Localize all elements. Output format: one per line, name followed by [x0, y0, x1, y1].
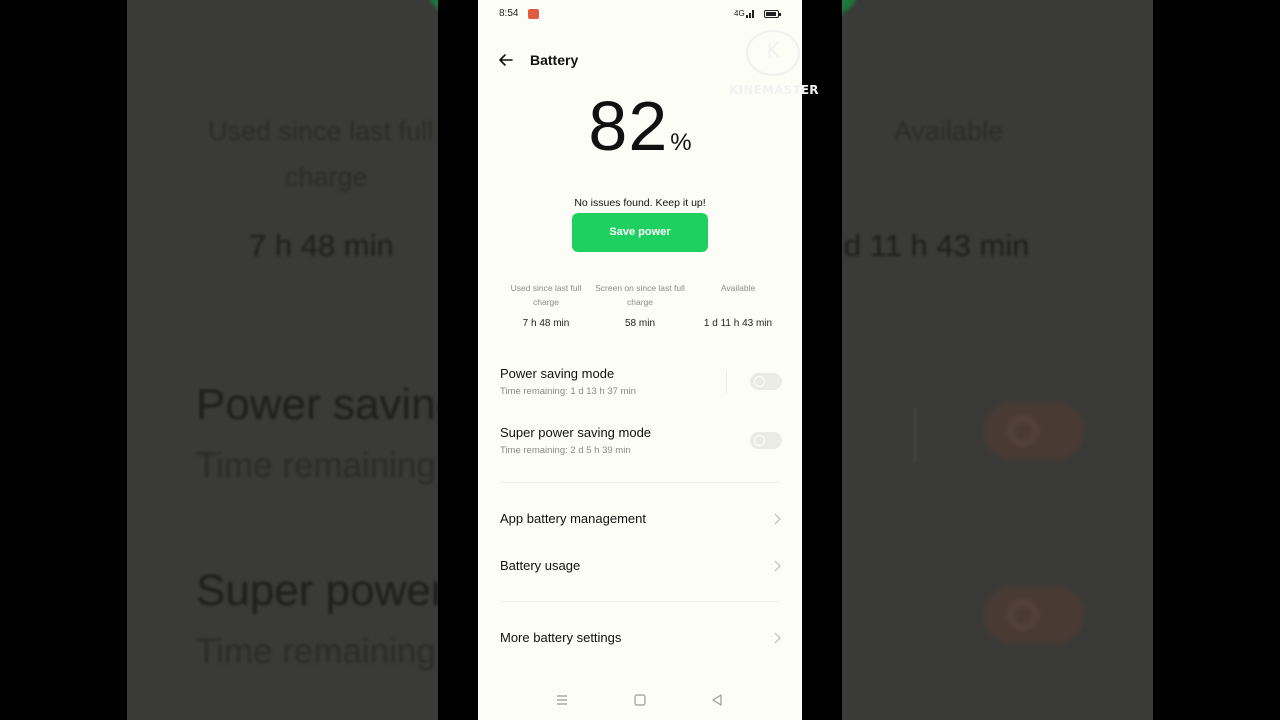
watermark-text: KINEMASTER	[729, 83, 819, 97]
stat-screen-on: Screen on since last full charge 58 min	[592, 281, 688, 329]
menu-icon[interactable]	[554, 692, 570, 708]
battery-level: 82	[588, 87, 669, 165]
page-title: Battery	[530, 52, 579, 68]
menu-item-label: More battery settings	[500, 630, 622, 645]
record-icon	[528, 9, 539, 19]
status-bar: 8:54 4G	[478, 0, 802, 30]
back-triangle-icon[interactable]	[709, 692, 725, 708]
bg-toggle	[984, 586, 1084, 644]
watermark-logo-letter: K	[766, 38, 780, 62]
stat-value: 7 h 48 min	[522, 318, 570, 329]
battery-icon	[764, 10, 781, 18]
power-saving-mode-label: Power saving mode	[500, 366, 615, 381]
divider	[500, 601, 780, 602]
super-power-saving-toggle[interactable]	[750, 432, 782, 449]
row-separator	[726, 371, 727, 393]
bg-separator	[914, 408, 916, 462]
bg-available-value: 1 d 11 h 43 min	[818, 228, 1030, 263]
chevron-right-icon	[774, 632, 781, 644]
back-arrow-icon[interactable]	[496, 50, 516, 70]
stat-available: Available 1 d 11 h 43 min	[690, 281, 786, 329]
stat-label: Used since last full charge	[510, 283, 582, 307]
stat-value: 58 min	[624, 318, 655, 329]
system-nav-bar	[478, 686, 802, 714]
stat-used: Used since last full charge 7 h 48 min	[498, 281, 594, 329]
super-power-saving-mode-row[interactable]: Super power saving mode Time remaining: …	[500, 425, 782, 461]
bg-used-value: 7 h 48 min	[249, 228, 394, 263]
stat-label: Available	[720, 283, 756, 293]
divider	[500, 482, 780, 483]
chevron-right-icon	[774, 560, 781, 572]
bg-toggle	[984, 402, 1084, 460]
home-icon[interactable]	[632, 692, 648, 708]
menu-item-label: Battery usage	[500, 558, 581, 573]
battery-stats: Used since last full charge 7 h 48 min S…	[498, 281, 786, 341]
phone-screen: 8:54 4G Battery 82% No issues found. Kee…	[478, 0, 802, 720]
network-label: 4G	[734, 9, 745, 18]
power-saving-toggle[interactable]	[750, 373, 782, 390]
stat-value: 1 d 11 h 43 min	[703, 318, 773, 329]
status-time: 8:54	[499, 8, 519, 19]
bg-available-label: Available	[894, 116, 1004, 146]
battery-unit: %	[670, 129, 692, 156]
app-battery-management-item[interactable]: App battery management	[500, 507, 782, 531]
menu-item-label: App battery management	[500, 511, 646, 526]
more-battery-settings-item[interactable]: More battery settings	[500, 626, 782, 650]
power-saving-time-remaining: Time remaining: 1 d 13 h 37 min	[500, 386, 636, 397]
save-power-button[interactable]: Save power	[572, 213, 708, 252]
stat-label: Screen on since last full charge	[595, 283, 685, 307]
kinemaster-watermark: K KINEMASTER	[726, 30, 822, 102]
signal-icon	[746, 10, 755, 18]
power-saving-mode-row[interactable]: Power saving mode Time remaining: 1 d 13…	[500, 366, 782, 402]
chevron-right-icon	[774, 513, 781, 525]
super-power-saving-label: Super power saving mode	[500, 425, 652, 440]
status-message: No issues found. Keep it up!	[574, 197, 706, 209]
bg-used-label-2: charge	[285, 162, 368, 192]
super-power-saving-time-remaining: Time remaining: 2 d 5 h 39 min	[500, 445, 631, 456]
battery-usage-item[interactable]: Battery usage	[500, 554, 782, 578]
